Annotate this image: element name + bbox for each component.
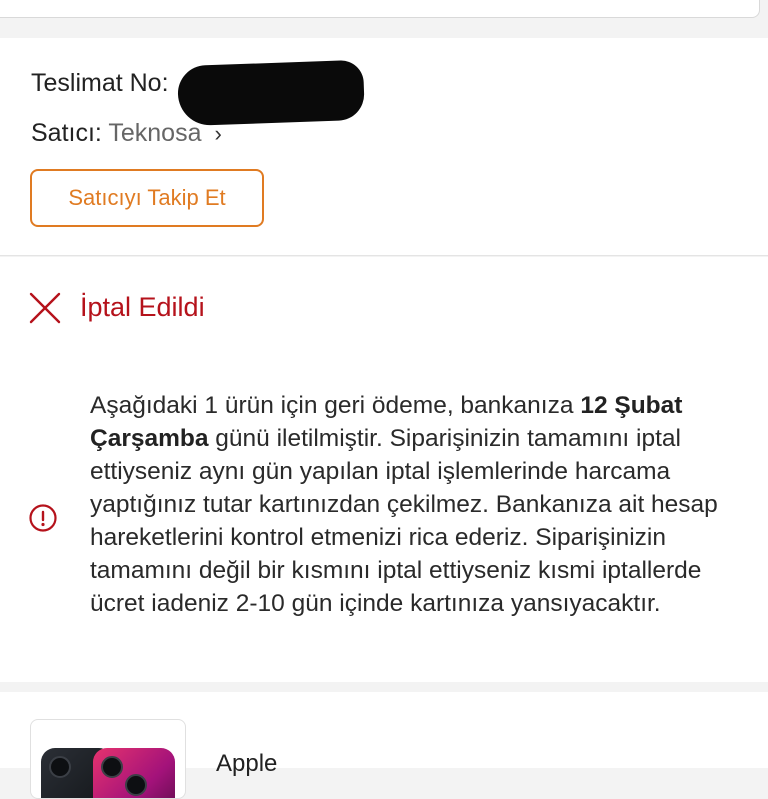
product-image-pink bbox=[93, 748, 175, 798]
seller-row[interactable]: Satıcı: Teknosa › bbox=[31, 119, 222, 148]
refund-text-before-date: Aşağıdaki 1 ürün için geri ödeme, bankan… bbox=[90, 392, 581, 419]
follow-seller-button[interactable]: Satıcıyı Takip Et bbox=[30, 169, 264, 227]
cancelled-status-title: İptal Edildi bbox=[80, 292, 205, 322]
product-thumbnail[interactable] bbox=[30, 719, 186, 799]
previous-card-surface bbox=[0, 0, 760, 18]
close-icon bbox=[29, 292, 61, 324]
camera-lens-icon bbox=[49, 756, 71, 778]
product-section: Apple bbox=[0, 682, 768, 799]
redacted-delivery-number bbox=[177, 59, 365, 127]
delivery-number-label: Teslimat No: bbox=[31, 69, 169, 97]
seller-name-link[interactable]: Teknosa bbox=[108, 119, 201, 147]
seller-section: Teslimat No: Satıcı: Teknosa › Satıcıyı … bbox=[0, 38, 768, 256]
camera-lens-icon bbox=[125, 774, 147, 796]
refund-info-text: Aşağıdaki 1 ürün için geri ödeme, bankan… bbox=[90, 389, 750, 620]
info-icon bbox=[29, 504, 57, 532]
camera-lens-icon bbox=[101, 756, 123, 778]
order-status-section: İptal Edildi Aşağıdaki 1 ürün için geri … bbox=[0, 257, 768, 682]
previous-card bbox=[0, 0, 768, 38]
refund-text-after-date: günü iletilmiştir. Siparişinizin tamamın… bbox=[90, 425, 718, 617]
seller-label: Satıcı: bbox=[31, 119, 102, 147]
chevron-right-icon: › bbox=[214, 121, 222, 146]
product-brand[interactable]: Apple bbox=[216, 750, 277, 778]
